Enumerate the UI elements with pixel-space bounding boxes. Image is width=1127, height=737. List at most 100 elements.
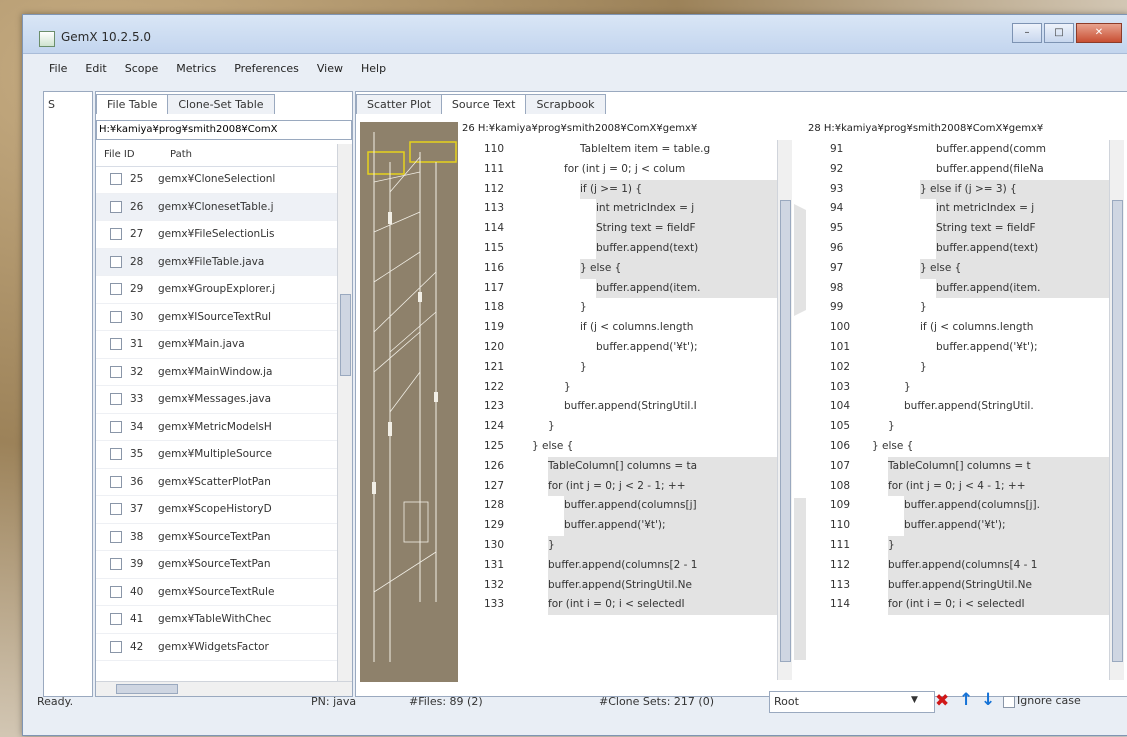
row-checkbox[interactable]	[110, 640, 122, 653]
column-header-file-id[interactable]: File ID	[96, 144, 170, 166]
table-row[interactable]: 33 gemx¥Messages.java	[96, 386, 338, 414]
vscroll-thumb[interactable]	[1112, 200, 1123, 662]
table-row[interactable]: 26 gemx¥ClonesetTable.j	[96, 193, 338, 221]
title-bar: GemX 10.2.5.0 – □ ✕	[23, 15, 1127, 54]
source-code: } else {	[920, 258, 1110, 279]
row-checkbox[interactable]	[110, 365, 122, 378]
source-code: }	[920, 360, 927, 373]
find-previous-icon[interactable]: ↑	[959, 690, 973, 710]
source-right-vscrollbar[interactable]	[1109, 140, 1124, 680]
row-checkbox[interactable]	[110, 283, 122, 296]
scope-tab[interactable]: S	[48, 98, 55, 111]
table-row[interactable]: 25 gemx¥CloneSelectionl	[96, 166, 338, 194]
file-path: gemx¥FileTable.java	[158, 255, 265, 268]
vscroll-thumb[interactable]	[340, 294, 351, 376]
menu-scope[interactable]: Scope	[125, 62, 159, 75]
table-row[interactable]: 40 gemx¥SourceTextRule	[96, 579, 338, 606]
source-code: }	[888, 420, 895, 433]
table-row[interactable]: 34 gemx¥MetricModelsH	[96, 414, 338, 441]
table-row[interactable]: 35 gemx¥MultipleSource	[96, 441, 338, 469]
close-button[interactable]: ✕	[1076, 23, 1122, 43]
line-number: 117	[484, 281, 505, 294]
tab-scrapbook[interactable]: Scrapbook	[525, 94, 606, 114]
minimize-button[interactable]: –	[1012, 23, 1042, 43]
source-code: }	[548, 535, 778, 556]
table-row[interactable]: 42 gemx¥WidgetsFactor	[96, 634, 338, 661]
row-checkbox[interactable]	[110, 585, 122, 598]
menu-help[interactable]: Help	[361, 62, 386, 75]
table-row[interactable]: 32 gemx¥MainWindow.ja	[96, 359, 338, 386]
row-checkbox[interactable]	[110, 558, 122, 571]
source-code: for (int i = 0; i < selectedI	[548, 595, 778, 616]
menu-edit[interactable]: Edit	[85, 62, 106, 75]
table-row[interactable]: 29 gemx¥GroupExplorer.j	[96, 276, 338, 304]
table-row[interactable]: 37 gemx¥ScopeHistoryD	[96, 496, 338, 524]
source-line: 97} else {	[808, 258, 1110, 279]
file-path: gemx¥SourceTextPan	[158, 558, 271, 571]
source-left-vscrollbar[interactable]	[777, 140, 792, 680]
row-checkbox[interactable]	[110, 530, 122, 543]
menu-file[interactable]: File	[49, 62, 67, 75]
source-code: }	[888, 535, 1110, 556]
scatter-plot[interactable]	[360, 122, 458, 682]
source-code: buffer.append(comm	[936, 143, 1046, 155]
vscroll-thumb[interactable]	[780, 200, 791, 662]
menu-bar: File Edit Scope Metrics Preferences View…	[23, 57, 1127, 79]
source-line: 113 int metricIndex = j	[462, 199, 778, 220]
table-row[interactable]: 39 gemx¥SourceTextPan	[96, 551, 338, 579]
menu-metrics[interactable]: Metrics	[176, 62, 216, 75]
table-row[interactable]: 27 gemx¥FileSelectionLis	[96, 221, 338, 249]
status-bar: Ready. PN: java #Files: 89 (2) #Clone Se…	[23, 687, 1127, 717]
table-row[interactable]: 41 gemx¥TableWithChec	[96, 606, 338, 634]
selection-box	[409, 141, 457, 163]
ignore-case-checkbox[interactable]	[1003, 696, 1015, 708]
tab-scatter-plot[interactable]: Scatter Plot	[356, 94, 442, 114]
row-checkbox[interactable]	[110, 173, 122, 186]
tab-file-table[interactable]: File Table	[96, 94, 169, 114]
row-checkbox[interactable]	[110, 200, 122, 213]
column-header-path[interactable]: Path	[170, 144, 338, 166]
row-checkbox[interactable]	[110, 228, 122, 241]
line-number: 114	[830, 598, 851, 611]
maximize-button[interactable]: □	[1044, 23, 1074, 43]
row-checkbox[interactable]	[110, 393, 122, 406]
tab-source-text[interactable]: Source Text	[440, 94, 527, 114]
row-checkbox[interactable]	[110, 448, 122, 461]
line-number: 110	[484, 143, 505, 155]
row-checkbox[interactable]	[110, 338, 122, 351]
tab-clone-set-table[interactable]: Clone-Set Table	[167, 94, 275, 114]
table-row[interactable]: 36 gemx¥ScatterPlotPan	[96, 469, 338, 496]
source-code: String text = fieldF	[936, 219, 1110, 239]
source-line: 122}	[462, 378, 778, 398]
row-checkbox[interactable]	[110, 310, 122, 323]
source-line: 91 buffer.append(comm	[808, 140, 1110, 160]
file-table-vscrollbar[interactable]	[337, 144, 352, 682]
table-row[interactable]: 38 gemx¥SourceTextPan	[96, 524, 338, 551]
row-checkbox[interactable]	[110, 475, 122, 488]
menu-preferences[interactable]: Preferences	[234, 62, 299, 75]
path-field[interactable]: H:¥kamiya¥prog¥smith2008¥ComX	[96, 120, 352, 140]
source-line: 116} else {	[462, 258, 778, 279]
file-path: gemx¥GroupExplorer.j	[158, 283, 276, 296]
row-checkbox[interactable]	[110, 613, 122, 626]
table-row[interactable]: 30 gemx¥ISourceTextRul	[96, 304, 338, 331]
line-number: 95	[830, 222, 844, 235]
line-number: 104	[830, 400, 851, 413]
clear-find-icon[interactable]: ✖	[935, 691, 949, 711]
scope-panel: S	[43, 91, 93, 697]
row-checkbox[interactable]	[110, 420, 122, 433]
table-row[interactable]: 28 gemx¥FileTable.java	[96, 248, 338, 276]
find-dropdown-arrow-icon[interactable]: ▼	[911, 695, 918, 705]
row-checkbox[interactable]	[110, 503, 122, 516]
line-number: 111	[830, 538, 851, 551]
source-code: buffer.append(StringUtil.Ne	[548, 575, 778, 596]
find-next-icon[interactable]: ↓	[981, 690, 995, 710]
line-number: 106	[830, 439, 851, 452]
table-row[interactable]: 31 gemx¥Main.java	[96, 331, 338, 359]
source-code: buffer.append(columns[4 - 1	[888, 555, 1110, 576]
source-line: 123 buffer.append(StringUtil.I	[462, 397, 778, 417]
file-id: 31	[130, 338, 144, 351]
source-code: int metricIndex = j	[596, 199, 778, 220]
row-checkbox[interactable]	[110, 255, 122, 268]
menu-view[interactable]: View	[317, 62, 343, 75]
